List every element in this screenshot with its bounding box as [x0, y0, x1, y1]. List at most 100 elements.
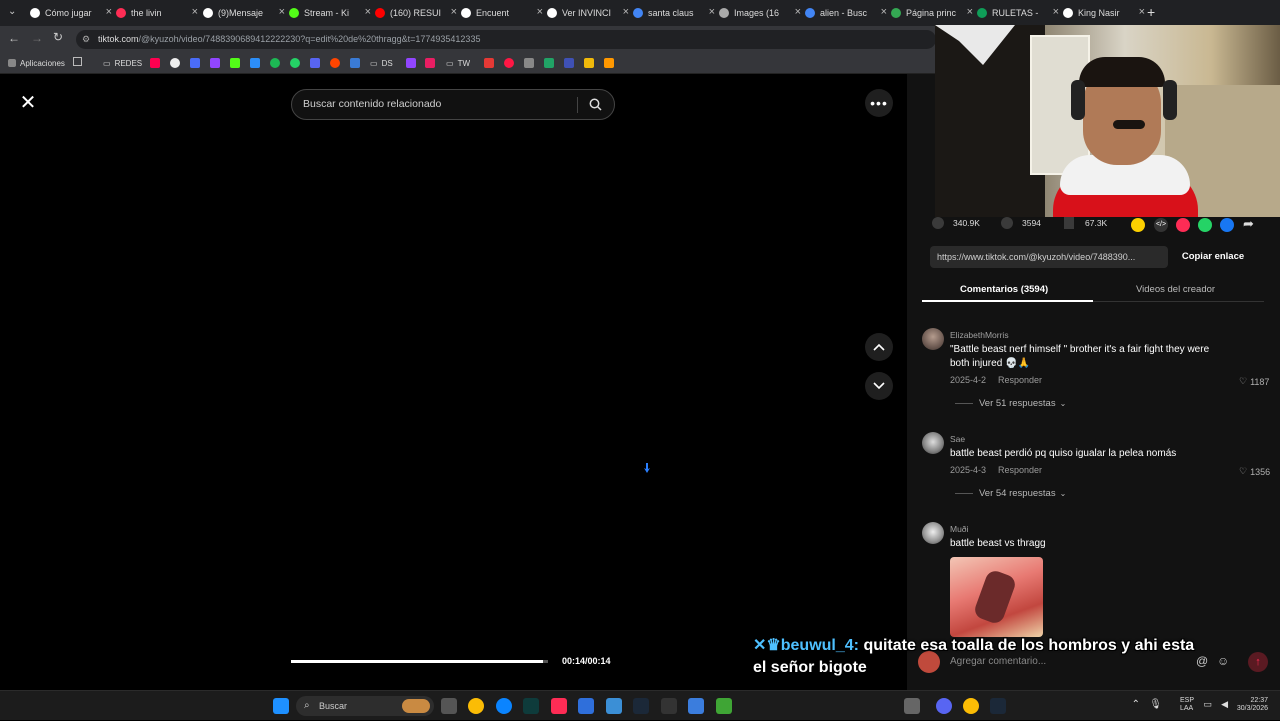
tab-close-icon[interactable]: ×	[106, 6, 112, 18]
comment-username[interactable]: Muði	[950, 524, 968, 534]
photos-taskbar-icon[interactable]	[606, 698, 622, 714]
save-count-button[interactable]: 67.3K	[1064, 217, 1107, 229]
tab-close-icon[interactable]: ×	[451, 6, 457, 18]
tab-close-icon[interactable]: ×	[279, 6, 285, 18]
tab-close-icon[interactable]: ×	[623, 6, 629, 18]
bookmark-icon-red[interactable]	[484, 58, 494, 68]
browser-tab[interactable]: the livin ×	[116, 3, 198, 23]
video-player[interactable]	[146, 74, 760, 690]
embed-code-icon[interactable]: </>	[1154, 218, 1168, 232]
reload-icon[interactable]: ↻	[53, 30, 63, 44]
bookmark-icon-cloud[interactable]	[250, 58, 260, 68]
tab-comments[interactable]: Comentarios (3594)	[960, 284, 1048, 295]
grid-icon[interactable]	[73, 57, 82, 66]
comment-like-button[interactable]: ♡ 1187	[1239, 376, 1269, 387]
store-taskbar-icon[interactable]	[578, 698, 594, 714]
bookmark-folder-ds[interactable]: ▭ DS	[370, 56, 393, 70]
bookmark-icon-grey[interactable]	[524, 58, 534, 68]
comment-username[interactable]: ElizabethMorris	[950, 330, 1009, 340]
steam-taskbar-icon[interactable]	[633, 698, 649, 714]
forward-icon[interactable]: →	[31, 31, 43, 45]
video-progress-bar[interactable]	[291, 660, 548, 663]
browser-tab[interactable]: santa claus ×	[633, 3, 715, 23]
browser-tab[interactable]: Stream - Ki ×	[289, 3, 371, 23]
copy-link-button[interactable]: Copiar enlace	[1173, 246, 1253, 268]
view-replies-button[interactable]: Ver 51 respuestas ⌄	[955, 398, 1066, 409]
bookmark-folder-redes[interactable]: ▭ REDES	[103, 56, 142, 70]
comment-username[interactable]: Sae	[950, 434, 965, 444]
discord-bookmark-icon[interactable]	[310, 58, 320, 68]
whatsapp-share-icon[interactable]	[1198, 218, 1212, 232]
browser-tab[interactable]: alien - Busc ×	[805, 3, 887, 23]
tab-close-icon[interactable]: ×	[1139, 6, 1145, 18]
comment-like-button[interactable]: ♡ 1356	[1239, 466, 1270, 477]
bookmark-icon-blue[interactable]	[190, 58, 200, 68]
bookmark-apps[interactable]: Aplicaciones	[8, 56, 65, 70]
tab-close-icon[interactable]: ×	[365, 6, 371, 18]
facebook-share-icon[interactable]	[1220, 218, 1234, 232]
bookmark-folder-tw[interactable]: ▭ TW	[446, 56, 470, 70]
chrome-taskbar-icon[interactable]	[468, 698, 484, 714]
twitch-bookmark-icon[interactable]	[406, 58, 416, 68]
browser-tab[interactable]: Ver INVINCI ×	[547, 3, 629, 23]
previous-video-button[interactable]	[865, 333, 893, 361]
tab-creator-videos[interactable]: Videos del creador	[1136, 284, 1215, 295]
tab-close-icon[interactable]: ×	[537, 6, 543, 18]
tab-close-icon[interactable]: ×	[881, 6, 887, 18]
tab-list-chevron-icon[interactable]: ⌄	[8, 6, 16, 17]
tiktok-taskbar-icon[interactable]	[551, 698, 567, 714]
tab-close-icon[interactable]: ×	[967, 6, 973, 18]
url-bar[interactable]: ⚙ tiktok.com/@kyuzoh/video/7488390689412…	[76, 30, 936, 49]
send-to-friend-icon[interactable]	[1176, 218, 1190, 232]
bookmark-icon-pink[interactable]	[425, 58, 435, 68]
minecraft-taskbar-icon[interactable]	[716, 698, 732, 714]
reply-button[interactable]: Responder	[998, 465, 1042, 475]
video-link-field[interactable]: https://www.tiktok.com/@kyuzoh/video/748…	[930, 246, 1168, 268]
emoji-icon[interactable]: ☺	[1217, 654, 1229, 668]
microphone-icon[interactable]: 🎙	[1149, 699, 1162, 710]
language-indicator[interactable]: ESP LAA	[1180, 697, 1194, 713]
browser-tab[interactable]: Encuent ×	[461, 3, 543, 23]
new-tab-button[interactable]: +	[1147, 4, 1155, 20]
tab-close-icon[interactable]: ×	[795, 6, 801, 18]
mention-icon[interactable]: @	[1196, 654, 1208, 668]
tiktok-bookmark-icon[interactable]	[150, 58, 160, 68]
share-arrow-icon[interactable]: ➦	[1243, 216, 1254, 232]
browser-tab[interactable]: Images (16 ×	[719, 3, 801, 23]
tray-chevron-up-icon[interactable]: ⌃	[1132, 699, 1140, 710]
network-icon[interactable]: ▭	[1203, 699, 1212, 710]
tab-close-icon[interactable]: ×	[709, 6, 715, 18]
related-search-input[interactable]: Buscar contenido relacionado	[291, 89, 615, 120]
google-bookmark-icon[interactable]	[170, 58, 180, 68]
back-icon[interactable]: ←	[8, 31, 20, 45]
twitch-bookmark-icon[interactable]	[210, 58, 220, 68]
close-icon[interactable]: ✕	[18, 93, 38, 113]
coin-share-icon[interactable]	[1131, 218, 1145, 232]
site-info-icon[interactable]: ⚙	[82, 30, 90, 49]
comment-count-button[interactable]: 3594	[1001, 217, 1041, 229]
browser-tab[interactable]: King Nasir ×	[1063, 3, 1145, 23]
bookmark-icon-green[interactable]	[544, 58, 554, 68]
app-taskbar-icon[interactable]	[904, 698, 920, 714]
bookmark-icon-redcircle[interactable]	[504, 58, 514, 68]
more-options-button[interactable]: •••	[865, 89, 893, 117]
next-video-button[interactable]	[865, 372, 893, 400]
browser-tab[interactable]: Cómo jugar ×	[30, 3, 112, 23]
tab-close-icon[interactable]: ×	[192, 6, 198, 18]
bookmark-icon-doc[interactable]	[350, 58, 360, 68]
send-arrow-icon[interactable]: ↑	[1248, 652, 1268, 672]
taskbar-search[interactable]: ⌕ Buscar	[296, 696, 434, 716]
clock[interactable]: 22:37 30/3/2026	[1237, 697, 1268, 713]
reply-button[interactable]: Responder	[998, 375, 1042, 385]
avatar[interactable]	[922, 328, 944, 350]
bookmark-icon-indigo[interactable]	[564, 58, 574, 68]
browser-tab[interactable]: RULETAS - ×	[977, 3, 1059, 23]
notepad-taskbar-icon[interactable]	[688, 698, 704, 714]
reddit-bookmark-icon[interactable]	[330, 58, 340, 68]
binance-bookmark-icon[interactable]	[584, 58, 594, 68]
steam2-taskbar-icon[interactable]	[990, 698, 1006, 714]
start-menu-icon[interactable]	[273, 698, 289, 714]
browser-tab[interactable]: Página princ ×	[891, 3, 973, 23]
whatsapp-bookmark-icon[interactable]	[290, 58, 300, 68]
avatar[interactable]	[922, 522, 944, 544]
